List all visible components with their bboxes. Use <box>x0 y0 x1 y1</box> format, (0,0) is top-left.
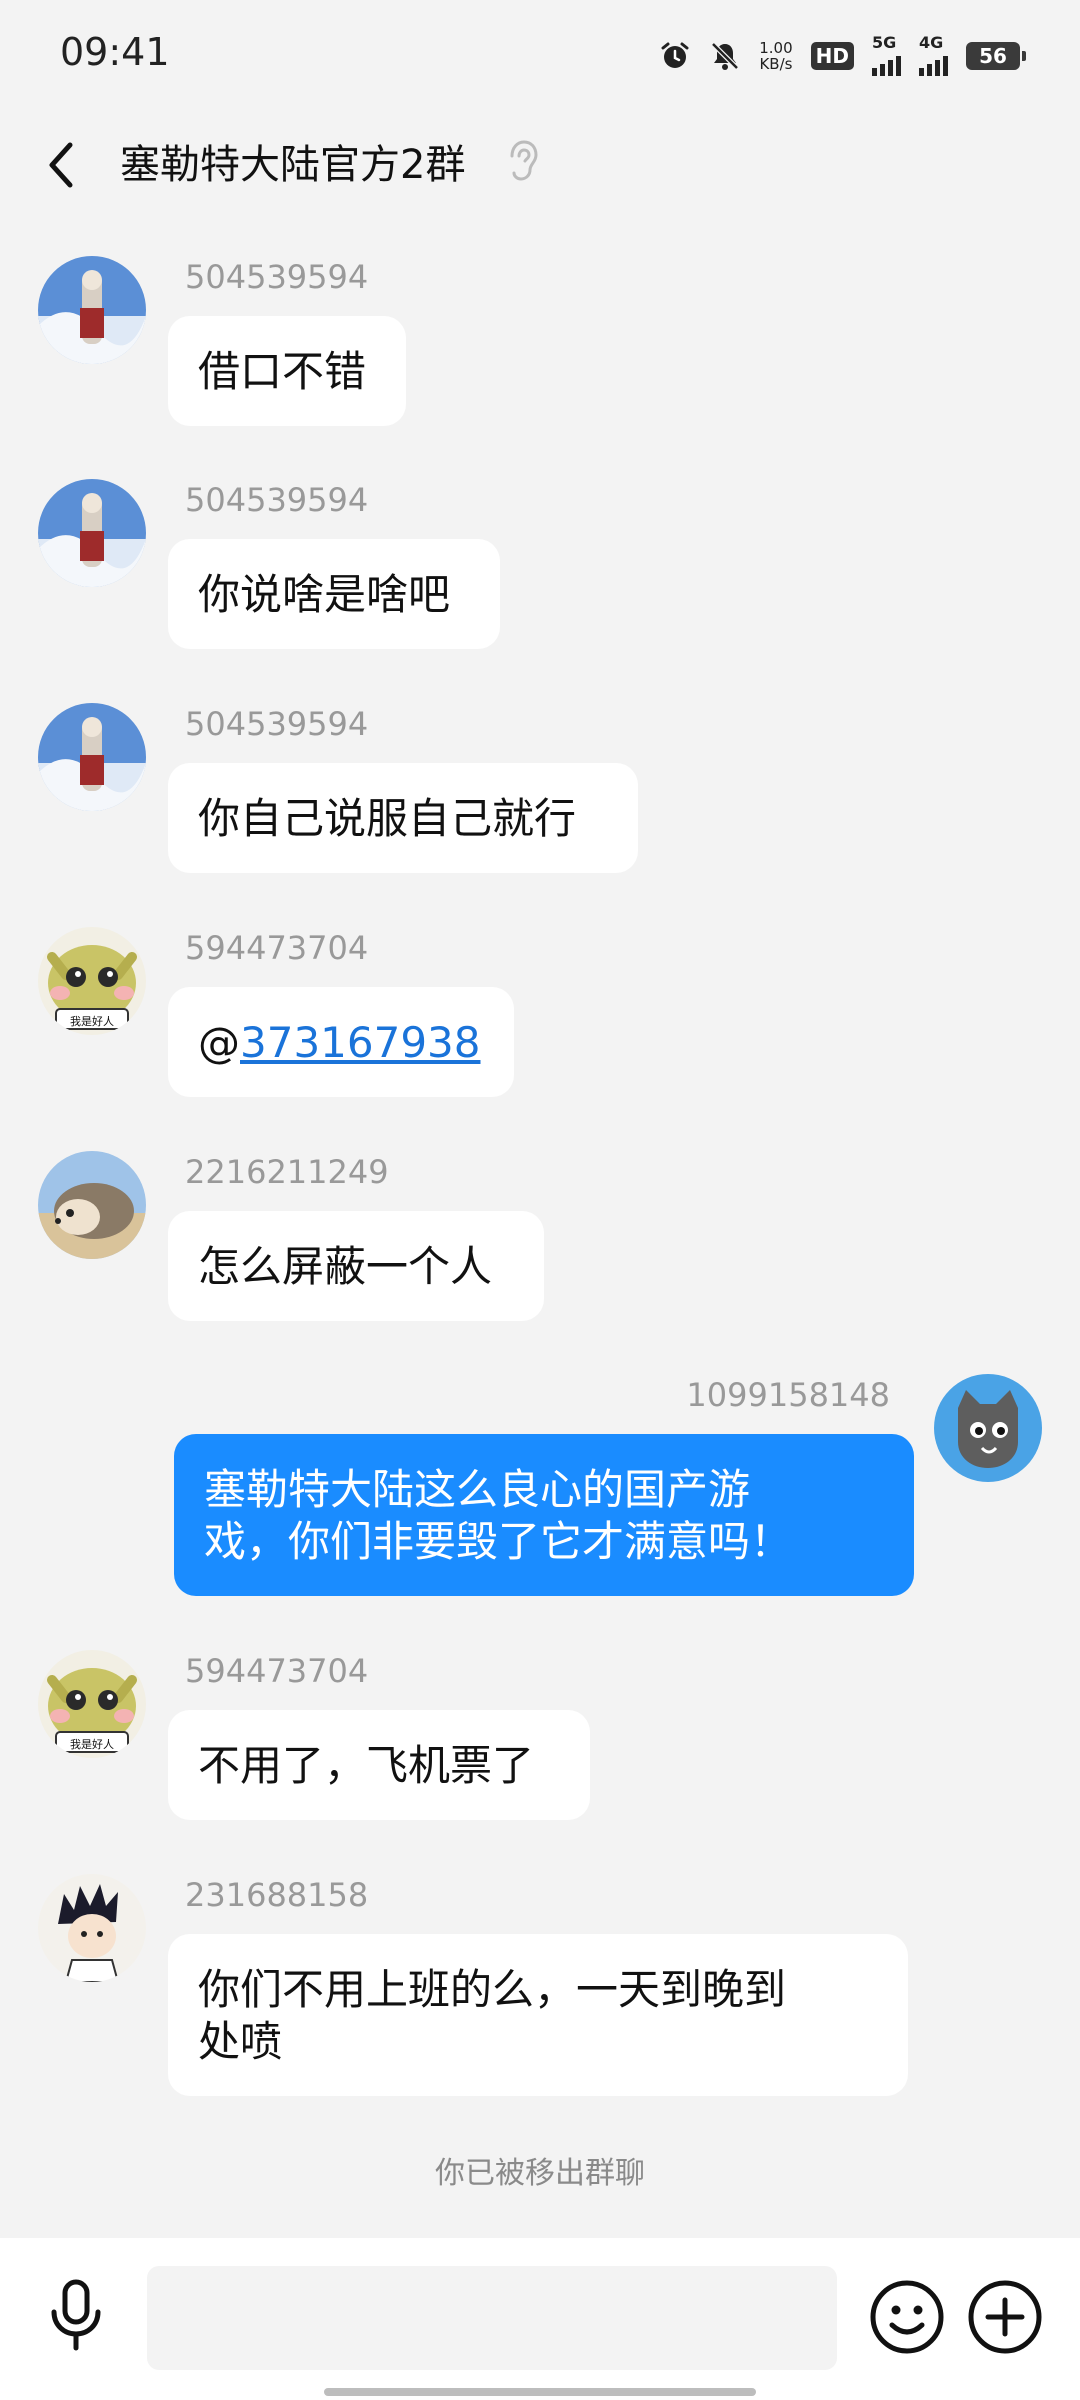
message-bubble[interactable]: @373167938 <box>168 987 514 1097</box>
message-text-line: 戏，你们非要毁了它才满意吗！ <box>204 1517 793 1566</box>
message-text-line: 塞勒特大陆这么良心的国产游 <box>204 1465 751 1514</box>
anime-winter-avatar[interactable] <box>38 703 146 811</box>
home-indicator[interactable] <box>324 2388 756 2396</box>
message-text: 你自己说服自己就行 <box>198 794 577 843</box>
anime-winter-avatar[interactable] <box>38 256 146 364</box>
message-bubble-outgoing[interactable]: 塞勒特大陆这么良心的国产游 戏，你们非要毁了它才满意吗！ <box>174 1434 914 1596</box>
avatar-caption: 我是好人 <box>70 1015 114 1028</box>
input-bar <box>0 2238 1080 2400</box>
network-speed-value: 1.00 <box>759 39 793 57</box>
microphone-icon <box>51 2279 101 2351</box>
network-speed: 1.00 KB/s <box>759 40 792 72</box>
message-text: 怎么屏蔽一个人 <box>198 1242 493 1291</box>
sender-id: 504539594 <box>185 705 369 743</box>
mention-prefix: @ <box>198 1018 240 1067</box>
sender-id: 1099158148 <box>686 1376 890 1414</box>
message-bubble[interactable]: 怎么屏蔽一个人 <box>168 1211 544 1321</box>
sender-id: 504539594 <box>185 258 369 296</box>
message-bubble[interactable]: 你们不用上班的么，一天到晚到 处喷 <box>168 1934 908 2096</box>
alarm-icon <box>659 40 691 72</box>
plus-icon[interactable] <box>966 2278 1044 2356</box>
message-text: 不用了，飞机票了 <box>198 1741 535 1790</box>
message-bubble[interactable]: 你说啥是啥吧 <box>168 539 500 649</box>
hedgehog-avatar[interactable] <box>38 1151 146 1259</box>
chat-title: 塞勒特大陆官方2群 <box>120 142 466 188</box>
cat-good-person-avatar[interactable]: 我是好人 <box>38 1650 146 1758</box>
mention-link[interactable]: 373167938 <box>240 1018 481 1067</box>
message-bubble[interactable]: 借口不错 <box>168 316 406 426</box>
pixel-cat-avatar[interactable] <box>934 1374 1042 1482</box>
message-bubble[interactable]: 不用了，飞机票了 <box>168 1710 590 1820</box>
message-text-line: 你们不用上班的么，一天到晚到 <box>198 1965 787 2014</box>
status-bar: 09:41 1.00 KB/s HD 5G 4G 56 <box>0 0 1080 110</box>
sender-id: 594473704 <box>185 1652 369 1690</box>
anime-winter-avatar[interactable] <box>38 479 146 587</box>
mute-icon <box>709 40 741 72</box>
sim2-label: 4G <box>919 33 944 52</box>
network-speed-unit: KB/s <box>759 55 793 73</box>
avatar-caption: 我是好人 <box>70 1738 114 1751</box>
system-notice: 你已被移出群聊 <box>435 2156 645 2191</box>
cat-good-person-avatar[interactable]: 我是好人 <box>38 927 146 1035</box>
back-arrow-icon <box>49 142 73 188</box>
message-text-line: 处喷 <box>198 2017 283 2066</box>
battery-icon: 56 <box>966 42 1026 70</box>
sim1-signal: 5G <box>872 33 901 76</box>
ear-icon[interactable] <box>502 136 542 186</box>
sender-id: 594473704 <box>185 929 369 967</box>
status-icons: 1.00 KB/s HD 5G 4G 56 <box>659 33 1026 76</box>
emoji-icon[interactable] <box>868 2278 946 2356</box>
message-input[interactable] <box>147 2266 837 2370</box>
message-bubble[interactable]: 你自己说服自己就行 <box>168 763 638 873</box>
message-text: 你说啥是啥吧 <box>198 570 451 619</box>
sender-id: 231688158 <box>185 1876 369 1914</box>
chat-screen: 09:41 1.00 KB/s HD 5G 4G 56 塞勒特大陆官方2群 50… <box>0 0 1080 2400</box>
sim1-label: 5G <box>872 33 897 52</box>
hd-badge: HD <box>810 42 854 70</box>
message-text: 借口不错 <box>198 347 367 396</box>
voice-button[interactable] <box>38 2274 114 2358</box>
signal-bars-icon <box>872 50 901 76</box>
status-time: 09:41 <box>60 30 170 74</box>
sender-id: 2216211249 <box>185 1153 389 1191</box>
back-button[interactable] <box>30 130 90 200</box>
anime-boy-avatar[interactable] <box>38 1874 146 1982</box>
sender-id: 504539594 <box>185 481 369 519</box>
sim2-signal: 4G <box>919 33 948 76</box>
chat-header: 塞勒特大陆官方2群 <box>0 110 1080 240</box>
signal-bars-icon <box>919 50 948 76</box>
